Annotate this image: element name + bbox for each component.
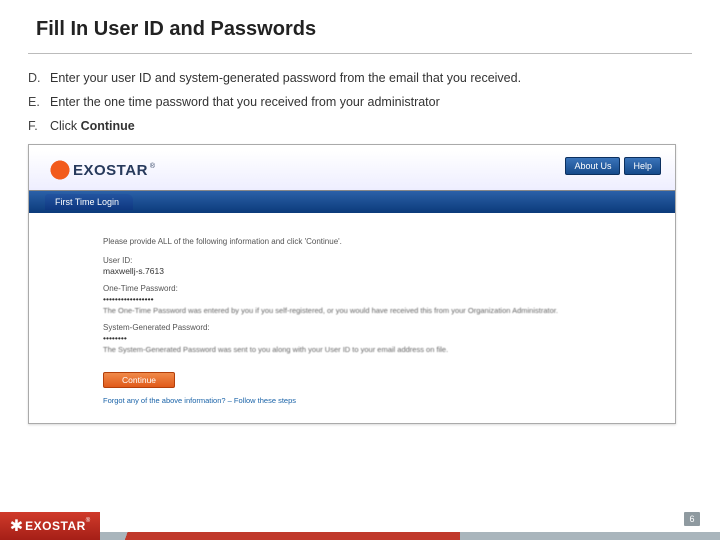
slide-footer: ✱ EXOSTAR ®: [0, 512, 720, 540]
page-number: 6: [684, 512, 700, 526]
instruction-text: Enter the one time password that you rec…: [50, 95, 692, 109]
form-intro-text: Please provide ALL of the following info…: [103, 237, 675, 246]
title-divider: [28, 53, 692, 54]
instruction-bold: Continue: [81, 119, 135, 133]
instruction-f: F. Click Continue: [28, 114, 692, 138]
user-id-value[interactable]: maxwellj-s.7613: [103, 266, 675, 276]
instruction-e: E. Enter the one time password that you …: [28, 90, 692, 114]
instruction-letter: F.: [28, 119, 50, 133]
footer-logo-text: EXOSTAR: [25, 519, 86, 533]
user-id-label: User ID:: [103, 256, 675, 265]
embedded-screenshot: EXOSTAR ® About Us Help First Time Login…: [28, 144, 676, 424]
instruction-d: D. Enter your user ID and system-generat…: [28, 66, 692, 90]
page-title: Fill In User ID and Passwords: [0, 0, 720, 53]
continue-button[interactable]: Continue: [103, 372, 175, 388]
registered-icon: ®: [150, 163, 155, 170]
login-form-body: Please provide ALL of the following info…: [29, 213, 675, 405]
forgot-info-link[interactable]: Forgot any of the above information? – F…: [103, 396, 675, 405]
footer-logo-block: ✱ EXOSTAR ®: [0, 512, 100, 540]
logo-text: EXOSTAR: [73, 162, 148, 179]
about-us-button[interactable]: About Us: [565, 157, 620, 175]
instruction-text: Enter your user ID and system-generated …: [50, 71, 692, 85]
help-button[interactable]: Help: [624, 157, 661, 175]
sys-password-value[interactable]: ••••••••: [103, 333, 675, 343]
otp-label: One-Time Password:: [103, 284, 675, 293]
footer-registered-icon: ®: [86, 518, 90, 524]
footer-red-strip: [100, 532, 460, 540]
instruction-list: D. Enter your user ID and system-generat…: [28, 66, 692, 138]
blue-nav-bar: First Time Login: [29, 191, 675, 213]
sys-password-note: The System-Generated Password was sent t…: [103, 345, 675, 354]
app-header: EXOSTAR ® About Us Help: [29, 151, 675, 191]
first-time-login-tab[interactable]: First Time Login: [45, 194, 133, 210]
sys-password-label: System-Generated Password:: [103, 323, 675, 332]
instruction-prefix: Click: [50, 119, 81, 133]
otp-value[interactable]: •••••••••••••••••: [103, 294, 675, 304]
instruction-text: Click Continue: [50, 119, 692, 133]
exostar-logo: EXOSTAR ®: [49, 155, 155, 185]
instruction-letter: D.: [28, 71, 50, 85]
otp-note: The One-Time Password was entered by you…: [103, 306, 675, 315]
instruction-letter: E.: [28, 95, 50, 109]
footer-logo-burst-icon: ✱: [10, 516, 23, 536]
logo-burst-icon: [49, 159, 71, 181]
